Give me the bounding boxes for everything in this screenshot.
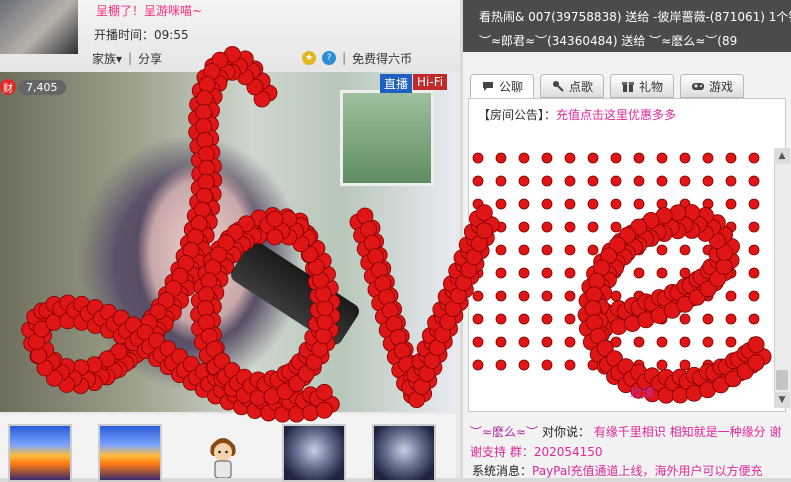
share-button[interactable]: 分享: [138, 50, 162, 67]
tab-gifts[interactable]: 礼物: [610, 74, 675, 98]
divider: |: [342, 51, 347, 65]
scroll-thumb[interactable]: [776, 370, 788, 390]
tab-request-song[interactable]: 点歌: [540, 74, 605, 98]
chat-message: ︶≈麽么≈︶ 对你说： 有缘千里相识 相知就是一种缘分 谢谢支持 群：20205…: [470, 422, 790, 462]
hifi-badge: Hi-Fi: [413, 74, 448, 90]
tab-public-chat[interactable]: 公聊: [470, 74, 535, 98]
wealth-icon: 财: [0, 79, 16, 95]
host-title: 呈棚了！呈游咪喵~: [96, 4, 203, 18]
microphone-icon: [551, 79, 565, 93]
scroll-down-icon[interactable]: ▼: [774, 392, 790, 408]
host-nav-bar: 家族▾ | 分享 ★ ? | 免费得六币: [92, 50, 412, 66]
family-label: 家族: [92, 51, 117, 66]
tab-label: 公聊: [499, 79, 524, 94]
notice-label: 【房间公告】：: [478, 108, 557, 122]
ticker-line: 看热闹& 007(39758838) 送给 -彼岸蔷薇-(871061) 1个钻: [479, 10, 791, 24]
scroll-up-icon[interactable]: ▲: [774, 148, 790, 164]
tab-label: 礼物: [639, 79, 664, 94]
audience-avatar[interactable]: [8, 424, 72, 482]
system-label: 系统消息：: [472, 464, 533, 478]
ticker-line: ︶≈郎君≈︶(34360484) 送给 ︶≈麽么≈︶(89: [479, 34, 738, 48]
system-message: 系统消息：PayPal充值通道上线，海外用户可以方便充: [472, 462, 763, 479]
system-text[interactable]: PayPal充值通道上线，海外用户可以方便充: [532, 464, 763, 478]
gift-ticker: 看热闹& 007(39758838) 送给 -彼岸蔷薇-(871061) 1个钻…: [463, 0, 791, 52]
rose-caption: 玫瑰: [630, 386, 655, 400]
room-notice: 【房间公告】：充值点击这里优惠多多: [478, 106, 676, 123]
star-icon[interactable]: ★: [302, 51, 317, 65]
tab-games[interactable]: 游戏: [680, 74, 745, 98]
chat-scrollbar[interactable]: [774, 148, 791, 408]
tab-label: 点歌: [569, 79, 594, 94]
gift-box-icon: [621, 79, 635, 93]
free-coins-link[interactable]: 免费得六币: [352, 50, 412, 67]
family-menu[interactable]: 家族▾: [92, 50, 122, 67]
audience-avatar[interactable]: [98, 424, 162, 482]
tab-label: 游戏: [709, 79, 734, 94]
wealth-counter: 财 7,405: [0, 78, 66, 96]
audience-avatar[interactable]: [282, 424, 346, 482]
message-sender[interactable]: ︶≈麽么≈︶: [470, 425, 538, 439]
start-time: 开播时间：09:55: [94, 28, 189, 42]
chat-tabs: 公聊 点歌 礼物 游戏: [470, 74, 745, 98]
wealth-count: 7,405: [18, 79, 66, 95]
recharge-link[interactable]: 充值点击这里优惠多多: [556, 108, 676, 122]
message-verb: 对你说：: [541, 425, 590, 439]
host-avatar[interactable]: [0, 0, 78, 54]
audience-avatar[interactable]: [372, 424, 436, 482]
divider: |: [128, 51, 133, 65]
help-icon[interactable]: ?: [322, 51, 337, 65]
gamepad-icon: [691, 79, 705, 93]
video-background-poster: [340, 90, 434, 186]
public-chat-area[interactable]: [468, 98, 786, 412]
live-badge: 直播: [380, 74, 413, 93]
cartoon-avatar-icon[interactable]: [206, 432, 240, 478]
chat-bubble-icon: [481, 79, 495, 93]
chevron-down-icon: ▾: [116, 51, 123, 66]
